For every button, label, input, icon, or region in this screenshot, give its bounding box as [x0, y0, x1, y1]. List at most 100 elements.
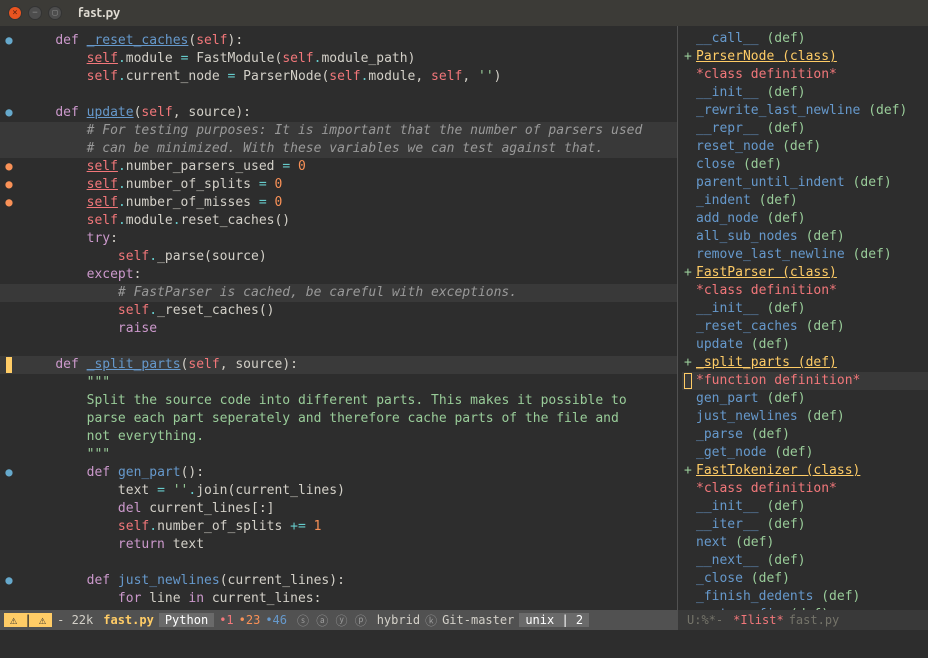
- code-line[interactable]: self.module.reset_caches(): [0, 212, 677, 230]
- outline-def[interactable]: _parse (def): [682, 426, 928, 444]
- code-text: """: [18, 374, 677, 392]
- close-icon[interactable]: ×: [8, 6, 22, 20]
- gutter: [0, 302, 18, 320]
- code-line[interactable]: # FastParser is cached, be careful with …: [0, 284, 677, 302]
- outline-def[interactable]: _finish_dedents (def): [682, 588, 928, 606]
- code-line[interactable]: self.number_of_splits += 1: [0, 518, 677, 536]
- outline-def[interactable]: __call__ (def): [682, 30, 928, 48]
- code-line[interactable]: def _split_parts(self, source):: [0, 356, 677, 374]
- code-text: self.module.reset_caches(): [18, 212, 677, 230]
- minimize-icon[interactable]: −: [28, 6, 42, 20]
- code-line[interactable]: ● def just_newlines(current_lines):: [0, 572, 677, 590]
- code-line[interactable]: [0, 86, 677, 104]
- outline-def[interactable]: *class definition*: [682, 282, 928, 300]
- gutter: ●: [0, 572, 18, 590]
- code-line[interactable]: ● self.number_of_splits = 0: [0, 176, 677, 194]
- code-text: [18, 86, 677, 104]
- code-text: def gen_part():: [18, 464, 677, 482]
- code-text: [18, 338, 677, 356]
- outline-def[interactable]: *class definition*: [682, 66, 928, 84]
- code-text: self.number_of_misses = 0: [18, 194, 677, 212]
- outline-def[interactable]: _reset_caches (def): [682, 318, 928, 336]
- outline-def[interactable]: *class definition*: [682, 480, 928, 498]
- code-text: try:: [18, 230, 677, 248]
- gutter: [0, 266, 18, 284]
- code-line[interactable]: del current_lines[:]: [0, 500, 677, 518]
- outline-def[interactable]: reset_node (def): [682, 138, 928, 156]
- outline-def[interactable]: __init__ (def): [682, 300, 928, 318]
- code-line[interactable]: """: [0, 446, 677, 464]
- outline-def[interactable]: _close (def): [682, 570, 928, 588]
- outline-def[interactable]: parent_until_indent (def): [682, 174, 928, 192]
- code-line[interactable]: ● self.number_parsers_used = 0: [0, 158, 677, 176]
- code-line[interactable]: text = ''.join(current_lines): [0, 482, 677, 500]
- outline-def[interactable]: add_node (def): [682, 210, 928, 228]
- gutter: [0, 518, 18, 536]
- outline-def[interactable]: gen_part (def): [682, 390, 928, 408]
- gutter: [0, 338, 18, 356]
- buffer-state: U:%*-: [682, 613, 728, 627]
- code-line[interactable]: self.module = FastModule(self.module_pat…: [0, 50, 677, 68]
- code-line[interactable]: self._parse(source): [0, 248, 677, 266]
- outline-def[interactable]: update (def): [682, 336, 928, 354]
- outline-def[interactable]: __init__ (def): [682, 84, 928, 102]
- code-text: not everything.: [18, 428, 677, 446]
- outline-def[interactable]: _get_prefix (def): [682, 606, 928, 610]
- outline-def[interactable]: __init__ (def): [682, 498, 928, 516]
- minibuffer[interactable]: [0, 630, 928, 658]
- code-line[interactable]: raise: [0, 320, 677, 338]
- code-line[interactable]: except:: [0, 266, 677, 284]
- code-line[interactable]: [0, 554, 677, 572]
- outline-def[interactable]: _rewrite_last_newline (def): [682, 102, 928, 120]
- code-line[interactable]: ● def _reset_caches(self):: [0, 32, 677, 50]
- file-size: - 22k: [52, 613, 98, 627]
- code-line[interactable]: """: [0, 374, 677, 392]
- gutter: [0, 410, 18, 428]
- maximize-icon[interactable]: ▢: [48, 6, 62, 20]
- code-editor[interactable]: ● def _reset_caches(self): self.module =…: [0, 26, 677, 610]
- outline-def[interactable]: close (def): [682, 156, 928, 174]
- code-line[interactable]: not everything.: [0, 428, 677, 446]
- code-text: except:: [18, 266, 677, 284]
- outline-def[interactable]: __repr__ (def): [682, 120, 928, 138]
- outline-def[interactable]: __next__ (def): [682, 552, 928, 570]
- code-line[interactable]: self._reset_caches(): [0, 302, 677, 320]
- outline-list[interactable]: __call__ (def)+ParserNode (class) *class…: [678, 26, 928, 610]
- code-line[interactable]: Split the source code into different par…: [0, 392, 677, 410]
- code-line[interactable]: for line in current_lines:: [0, 590, 677, 608]
- code-line[interactable]: parse each part seperately and therefore…: [0, 410, 677, 428]
- outline-def[interactable]: +_split_parts (def): [682, 354, 928, 372]
- code-text: del current_lines[:]: [18, 500, 677, 518]
- code-text: self.current_node = ParserNode(self.modu…: [18, 68, 677, 86]
- code-line[interactable]: # For testing purposes: It is important …: [0, 122, 677, 140]
- vc-branch: Git-master: [437, 613, 519, 627]
- outline-def[interactable]: *function definition*: [682, 372, 928, 390]
- gutter: ●: [0, 176, 18, 194]
- outline-class[interactable]: +FastTokenizer (class): [682, 462, 928, 480]
- outline-class[interactable]: +FastParser (class): [682, 264, 928, 282]
- code-line[interactable]: return text: [0, 536, 677, 554]
- outline-def[interactable]: _indent (def): [682, 192, 928, 210]
- code-text: parse each part seperately and therefore…: [18, 410, 677, 428]
- outline-def[interactable]: all_sub_nodes (def): [682, 228, 928, 246]
- flycheck-warn-count: •23: [239, 613, 261, 627]
- outline-def[interactable]: just_newlines (def): [682, 408, 928, 426]
- code-line[interactable]: # can be minimized. With these variables…: [0, 140, 677, 158]
- gutter: [0, 554, 18, 572]
- major-mode: Python: [159, 613, 214, 627]
- code-text: Split the source code into different par…: [18, 392, 677, 410]
- outline-def[interactable]: next (def): [682, 534, 928, 552]
- code-line[interactable]: ● def update(self, source):: [0, 104, 677, 122]
- code-line[interactable]: try:: [0, 230, 677, 248]
- outline-class[interactable]: +ParserNode (class): [682, 48, 928, 66]
- code-line[interactable]: ● self.number_of_misses = 0: [0, 194, 677, 212]
- outline-def[interactable]: __iter__ (def): [682, 516, 928, 534]
- ilist-file: fast.py: [789, 613, 840, 627]
- outline-def[interactable]: _get_node (def): [682, 444, 928, 462]
- outline-def[interactable]: remove_last_newline (def): [682, 246, 928, 264]
- code-line[interactable]: ● def gen_part():: [0, 464, 677, 482]
- code-line[interactable]: self.current_node = ParserNode(self.modu…: [0, 68, 677, 86]
- code-line[interactable]: [0, 338, 677, 356]
- gutter: [0, 122, 18, 140]
- gutter: ●: [0, 464, 18, 482]
